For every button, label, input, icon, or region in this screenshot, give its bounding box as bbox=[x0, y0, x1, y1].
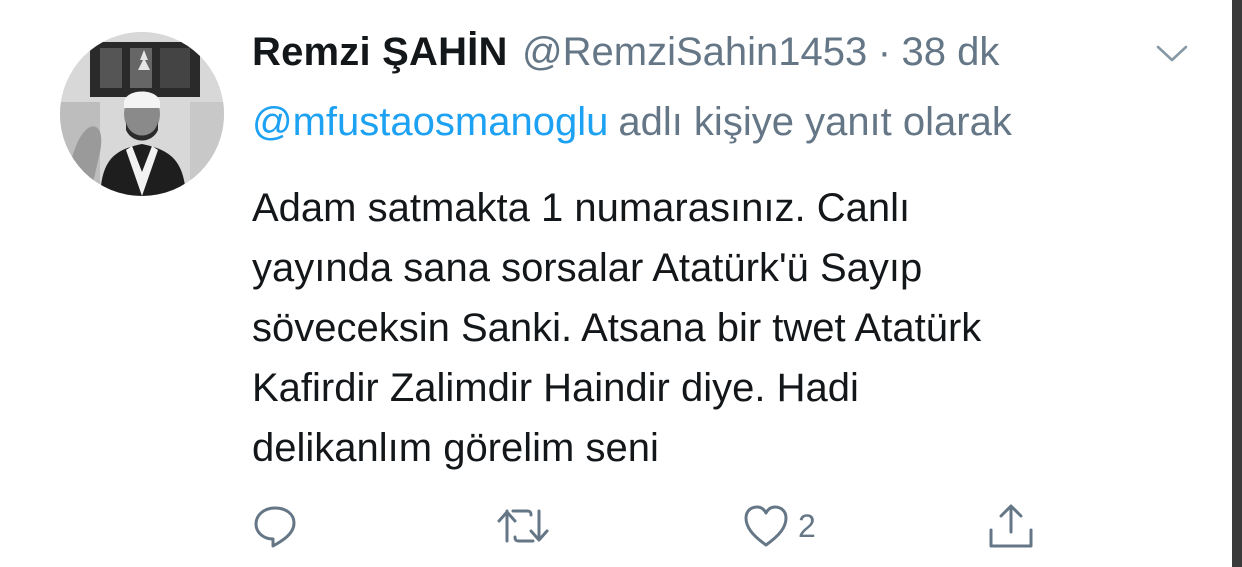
like-button[interactable]: 2 bbox=[742, 500, 816, 552]
screen-edge bbox=[1232, 0, 1242, 567]
tweet-actions: 2 bbox=[0, 500, 1224, 560]
tweet-text-line: Kafirdir Zalimdir Haindir diye. Hadi bbox=[252, 366, 859, 410]
tweet-time[interactable]: 38 dk bbox=[902, 30, 1000, 74]
tweet-text: Adam satmakta 1 numarasınız. Canlı yayın… bbox=[252, 178, 1192, 478]
avatar-image bbox=[60, 32, 224, 196]
tweet[interactable]: Remzi ŞAHİN @RemziSahin1453 · 38 dk @mfu… bbox=[0, 0, 1224, 567]
heart-icon bbox=[742, 503, 790, 549]
tweet-text-line: Adam satmakta 1 numarasınız. Canlı bbox=[252, 186, 911, 230]
like-count: 2 bbox=[798, 507, 816, 544]
tweet-text-line: delikanlım görelim seni bbox=[252, 426, 659, 470]
reply-icon bbox=[252, 503, 298, 549]
reply-button[interactable] bbox=[252, 500, 298, 552]
retweet-button[interactable] bbox=[495, 500, 551, 552]
separator-dot: · bbox=[877, 30, 892, 74]
tweet-header: Remzi ŞAHİN @RemziSahin1453 · 38 dk bbox=[252, 30, 999, 75]
reply-mention-link[interactable]: @mfustaosmanoglu bbox=[252, 100, 608, 144]
display-name[interactable]: Remzi ŞAHİN bbox=[252, 30, 508, 74]
reply-context: @mfustaosmanoglu adlı kişiye yanıt olarak bbox=[252, 100, 1012, 145]
reply-context-text: adlı kişiye yanıt olarak bbox=[618, 100, 1012, 144]
tweet-text-line: yayında sana sorsalar Atatürk'ü Sayıp bbox=[252, 246, 923, 290]
tweet-text-line: söveceksin Sanki. Atsana bir twet Atatür… bbox=[252, 306, 982, 350]
user-handle[interactable]: @RemziSahin1453 bbox=[522, 30, 867, 74]
retweet-icon bbox=[495, 503, 551, 549]
share-icon bbox=[986, 502, 1036, 550]
avatar[interactable] bbox=[60, 32, 224, 196]
share-button[interactable] bbox=[986, 500, 1036, 552]
chevron-down-icon[interactable] bbox=[1155, 44, 1189, 64]
